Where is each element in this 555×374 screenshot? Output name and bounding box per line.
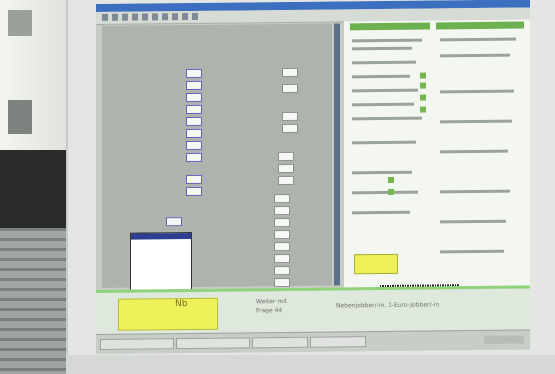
entry-field[interactable] — [282, 67, 298, 78]
scanned-questionnaire — [344, 19, 530, 298]
toolbar-icon[interactable] — [132, 13, 138, 21]
doc-text-line — [352, 38, 422, 43]
entry-field[interactable] — [186, 186, 202, 197]
monitor-bottom — [66, 355, 555, 374]
nb-label: Nb — [175, 299, 188, 310]
toolbar-icon[interactable] — [142, 13, 148, 21]
entry-field[interactable] — [186, 140, 202, 151]
pane-divider[interactable] — [334, 23, 340, 286]
toolbar-icon[interactable] — [112, 13, 118, 21]
doc-checkbox — [388, 176, 394, 183]
taskbar-button[interactable] — [100, 338, 174, 350]
window-pane — [8, 10, 32, 36]
taskbar-button[interactable] — [252, 336, 308, 349]
continue-label: Weiter mit — [256, 297, 288, 306]
toolbar-icon[interactable] — [102, 13, 108, 21]
highlighted-answer-region — [354, 253, 398, 275]
entry-field[interactable] — [274, 217, 290, 228]
entry-field[interactable] — [186, 116, 202, 127]
doc-checkbox — [420, 94, 426, 101]
doc-text-line — [352, 170, 412, 175]
toolbar-icon[interactable] — [192, 12, 198, 20]
toolbar-icon[interactable] — [182, 13, 188, 21]
taskbar-button[interactable] — [176, 337, 250, 350]
doc-checkbox — [420, 82, 426, 89]
doc-text-line — [440, 89, 514, 94]
doc-text-line — [440, 249, 504, 254]
entry-field[interactable] — [186, 104, 202, 115]
entry-field[interactable] — [278, 175, 294, 186]
doc-text-line — [352, 116, 422, 121]
entry-field[interactable] — [282, 83, 298, 94]
toolbar-icon[interactable] — [172, 13, 178, 21]
doc-text-line — [352, 140, 416, 145]
entry-field[interactable] — [274, 253, 290, 264]
entry-field[interactable] — [274, 193, 290, 204]
doc-text-line — [440, 189, 510, 194]
doc-section-header — [350, 22, 430, 31]
toolbar-icon[interactable] — [162, 13, 168, 21]
doc-section-header — [436, 21, 524, 30]
entry-field[interactable] — [282, 111, 298, 122]
entry-field[interactable] — [166, 217, 182, 227]
entry-field[interactable] — [186, 92, 202, 103]
entry-field[interactable] — [274, 265, 290, 276]
doc-text-line — [440, 219, 506, 224]
entry-field[interactable] — [278, 151, 294, 162]
question-ref-label: Frage 44 — [256, 307, 283, 315]
doc-text-line — [352, 88, 418, 93]
background-ledge — [0, 150, 70, 228]
photo-scene: Nb Weiter mit Frage 44 Nebenjobber/-in, … — [0, 0, 555, 374]
doc-text-line — [352, 190, 418, 195]
doc-text-line — [352, 210, 410, 215]
entry-field[interactable] — [186, 68, 202, 79]
zoomed-answer-box: Nb — [118, 297, 218, 331]
entry-field[interactable] — [274, 277, 290, 288]
entry-field[interactable] — [278, 163, 294, 174]
entry-form-canvas — [102, 23, 332, 299]
answer-option-text: Nebenjobber/-in, 1-Euro-Jobber/-in — [336, 301, 440, 310]
entry-field[interactable] — [274, 229, 290, 240]
doc-checkbox — [388, 188, 394, 195]
entry-field[interactable] — [186, 174, 202, 185]
entry-field[interactable] — [186, 128, 202, 139]
doc-text-line — [440, 53, 510, 58]
entry-field[interactable] — [186, 152, 202, 163]
toolbar-icon[interactable] — [122, 13, 128, 21]
doc-text-line — [440, 37, 516, 42]
doc-text-line — [352, 74, 410, 79]
taskbar-button[interactable] — [310, 336, 366, 348]
doc-text-line — [440, 149, 508, 154]
entry-field[interactable] — [274, 241, 290, 252]
doc-text-line — [352, 46, 412, 51]
system-tray — [484, 335, 524, 344]
doc-text-line — [352, 60, 416, 65]
entry-field[interactable] — [274, 205, 290, 216]
background-window — [0, 0, 70, 170]
toolbar-icon[interactable] — [152, 13, 158, 21]
doc-checkbox — [420, 72, 426, 79]
entry-field[interactable] — [186, 80, 202, 91]
screen: Nb Weiter mit Frage 44 Nebenjobber/-in, … — [96, 0, 530, 355]
window-pane — [8, 100, 32, 134]
background-crates — [0, 228, 68, 374]
doc-text-line — [440, 119, 512, 124]
doc-checkbox — [420, 106, 426, 113]
doc-text-line — [352, 102, 414, 107]
entry-field[interactable] — [282, 123, 298, 134]
